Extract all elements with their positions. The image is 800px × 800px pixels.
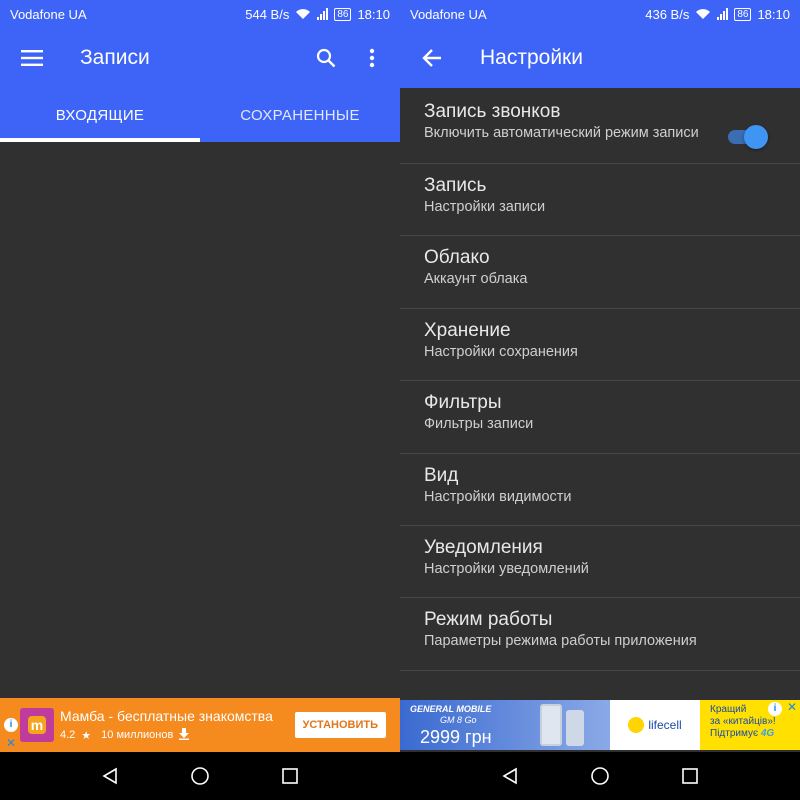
ad-title: Мамба - бесплатные знакомства [60, 707, 273, 724]
navigation-bar [400, 752, 800, 800]
settings-item-recording[interactable]: Запись Настройки записи [400, 164, 800, 237]
settings-item-storage[interactable]: Хранение Настройки сохранения [400, 309, 800, 382]
wifi-icon [295, 8, 311, 20]
carrier-name: Vodafone UA [10, 6, 87, 22]
settings-item-subtitle: Настройки сохранения [424, 343, 578, 360]
star-icon: ★ [81, 729, 92, 742]
phone-image [566, 710, 584, 746]
ad-slogan: Підтримує [710, 728, 759, 739]
settings-item-subtitle: Аккаунт облака [424, 271, 528, 288]
ad-close-icon[interactable]: ✕ [787, 701, 797, 713]
search-icon[interactable] [304, 30, 348, 86]
settings-item-filters[interactable]: Фильтры Фильтры записи [400, 381, 800, 454]
recents-nav-icon[interactable] [245, 767, 335, 785]
home-nav-icon[interactable] [155, 766, 245, 786]
carrier-name: Vodafone UA [410, 6, 487, 22]
status-bar: Vodafone UA 436 B/s 86 18:10 [400, 0, 800, 28]
download-icon [179, 727, 190, 743]
settings-item-subtitle: Настройки видимости [424, 488, 572, 505]
install-button[interactable]: УСТАНОВИТЬ [294, 712, 386, 738]
settings-item-subtitle: Параметры режима работы приложения [424, 633, 697, 650]
settings-item-view[interactable]: Вид Настройки видимости [400, 454, 800, 526]
app-bar: Настройки [400, 28, 800, 88]
tab-incoming[interactable]: ВХОДЯЩИЕ [0, 88, 200, 142]
ad-info-icon[interactable]: i [4, 718, 18, 732]
app-bar: Записи [0, 28, 400, 88]
signal-icon [717, 8, 729, 20]
settings-item-title: Фильтры [424, 392, 502, 414]
phone-image [540, 704, 562, 746]
settings-item-cloud[interactable]: Облако Аккаунт облака [400, 236, 800, 309]
ad-banner[interactable]: GENERAL MOBILE GM 8 Go 2999 грн lifecell… [400, 700, 800, 750]
ad-rating: 4.2 [60, 729, 76, 741]
ad-installs: 10 миллионов [101, 729, 174, 741]
back-nav-icon[interactable] [465, 767, 555, 785]
ad-info-icon[interactable]: i [768, 702, 782, 716]
wifi-icon [695, 8, 711, 20]
ad-model: GM 8 Go [440, 715, 477, 725]
menu-icon[interactable] [4, 30, 60, 86]
page-title: Настройки [480, 46, 583, 69]
clock: 18:10 [357, 6, 390, 22]
settings-item-title: Вид [424, 464, 459, 486]
home-nav-icon[interactable] [555, 766, 645, 786]
tab-bar: ВХОДЯЩИЕ СОХРАНЕННЫЕ [0, 88, 400, 142]
recents-nav-icon[interactable] [645, 767, 735, 785]
settings-list: Запись звонков Включить автоматический р… [400, 88, 800, 671]
signal-icon [317, 8, 329, 20]
settings-item-title: Хранение [424, 319, 511, 341]
ad-4g: 4G [760, 728, 775, 739]
settings-item-subtitle: Настройки уведомлений [424, 560, 589, 577]
back-arrow-icon[interactable] [404, 30, 460, 86]
recordings-screen: Vodafone UA 544 B/s 86 18:10 Записи ВХОД… [0, 0, 400, 800]
settings-item-title: Уведомления [424, 536, 543, 558]
settings-item-title: Облако [424, 247, 490, 269]
network-speed: 436 B/s [645, 6, 690, 22]
auto-record-toggle[interactable] [728, 125, 768, 149]
settings-item-work-mode[interactable]: Режим работы Параметры режима работы при… [400, 598, 800, 671]
ad-operator: lifecell [648, 718, 682, 732]
settings-item-title: Запись звонков [424, 101, 561, 122]
ad-brand: GENERAL MOBILE [410, 704, 492, 714]
navigation-bar [0, 752, 400, 800]
more-options-icon[interactable] [348, 30, 396, 86]
battery-icon: 86 [334, 7, 352, 21]
back-nav-icon[interactable] [65, 767, 155, 785]
battery-icon: 86 [734, 7, 752, 21]
ad-slogan: за «китайців»! [710, 716, 776, 727]
settings-item-title: Запись [424, 175, 487, 196]
ad-banner[interactable]: i ✕ m Мамба - бесплатные знакомства 4.2 … [0, 698, 400, 752]
settings-screen: Vodafone UA 436 B/s 86 18:10 Настройки З… [400, 0, 800, 800]
page-title: Записи [80, 46, 150, 69]
settings-item-subtitle: Фильтры записи [424, 416, 534, 433]
settings-item-subtitle: Включить автоматический режим записи [424, 125, 699, 141]
ad-close-icon[interactable]: ✕ [6, 736, 16, 750]
settings-item-title: Режим работы [424, 609, 553, 631]
ad-price: 2999 грн [420, 727, 492, 747]
settings-item-call-recording[interactable]: Запись звонков Включить автоматический р… [400, 88, 800, 164]
network-speed: 544 B/s [245, 6, 290, 22]
clock: 18:10 [757, 6, 790, 22]
settings-item-notifications[interactable]: Уведомления Настройки уведомлений [400, 526, 800, 599]
settings-item-subtitle: Настройки записи [424, 199, 546, 215]
tab-saved[interactable]: СОХРАНЕННЫЕ [200, 88, 400, 142]
mamba-logo-icon: m [20, 708, 54, 742]
status-bar: Vodafone UA 544 B/s 86 18:10 [0, 0, 400, 28]
lifecell-logo-icon [628, 717, 645, 733]
